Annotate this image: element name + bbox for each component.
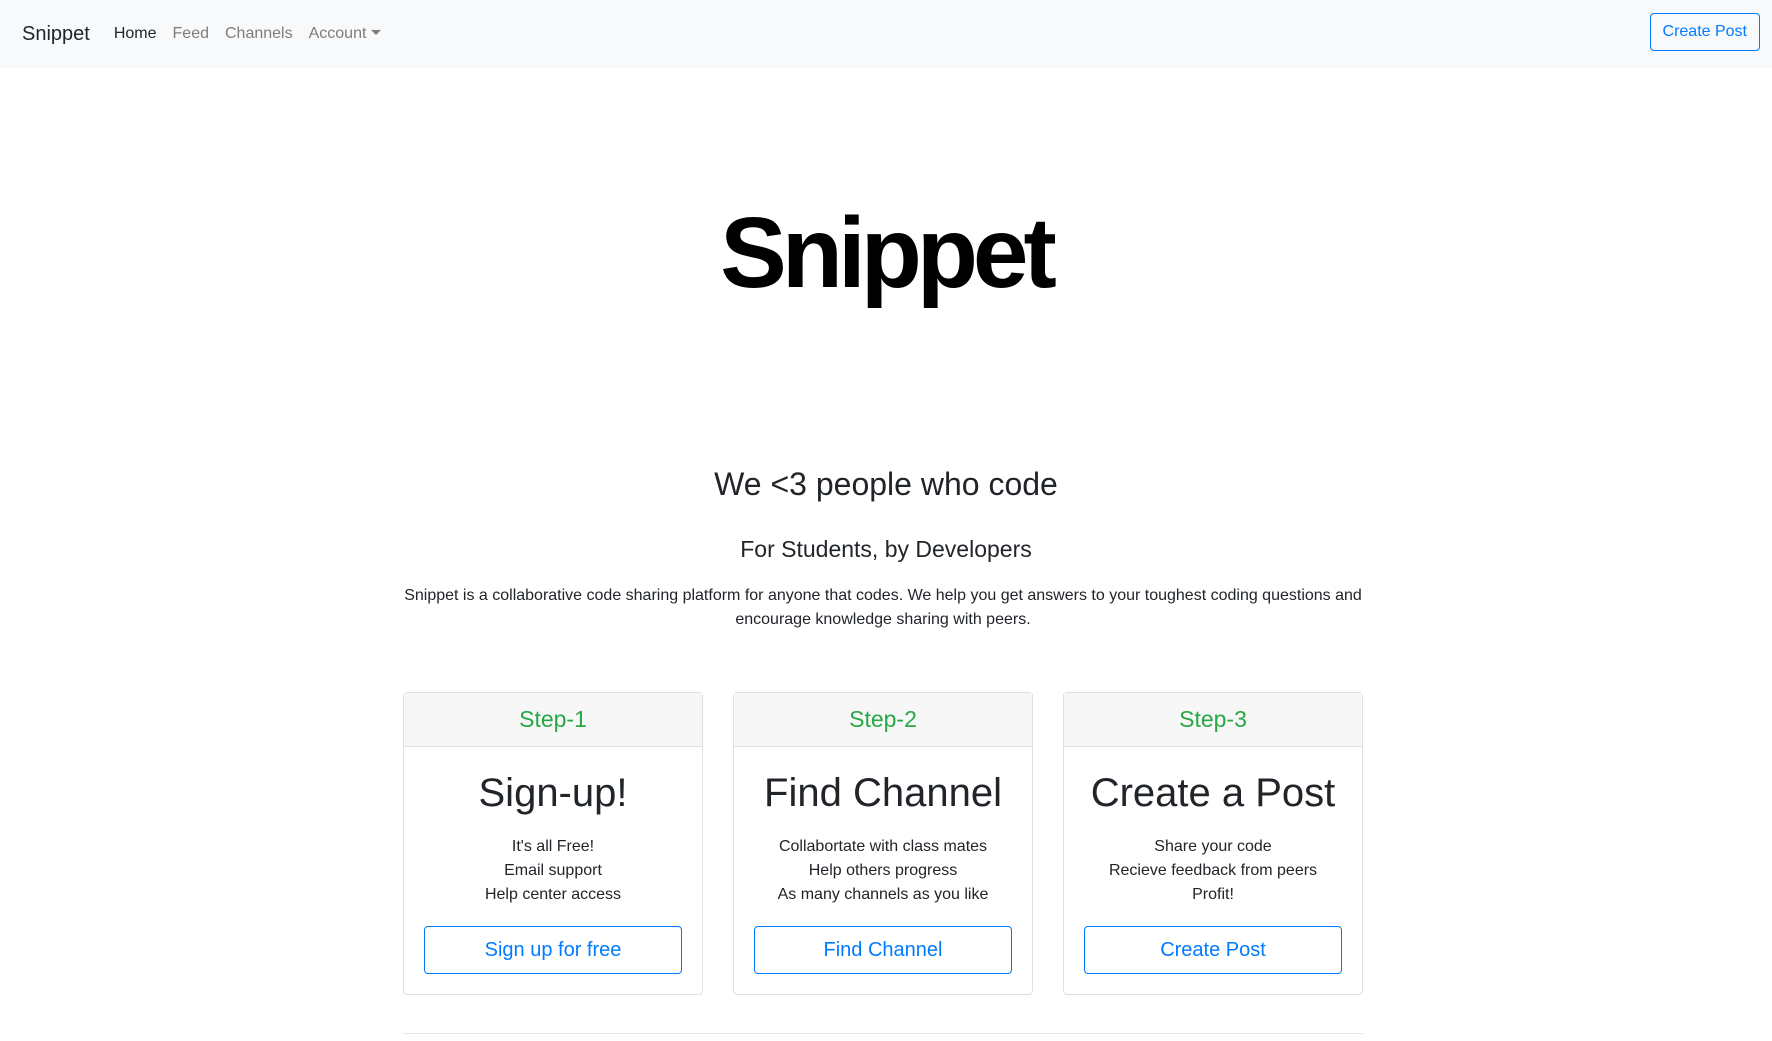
feature-item: Profit! — [1192, 886, 1234, 903]
step-card-header: Step-3 — [1064, 693, 1362, 747]
navbar-create-post-button[interactable]: Create Post — [1649, 13, 1760, 51]
step-card-2: Step-2 Find Channel Collabortate with cl… — [733, 692, 1033, 995]
step-card-1: Step-1 Sign-up! It's all Free! Email sup… — [403, 692, 703, 995]
step-card-title: Find Channel — [764, 771, 1002, 815]
nav-link-home[interactable]: Home — [114, 25, 157, 43]
feature-item: Recieve feedback from peers — [1108, 862, 1318, 879]
step-card-3: Step-3 Create a Post Share your code Rec… — [1063, 692, 1363, 995]
nav-link-account-label: Account — [308, 25, 367, 42]
create-post-button[interactable]: Create Post — [1084, 926, 1342, 974]
nav-links: Home Feed Channels Account — [114, 25, 398, 43]
feature-item: Help center access — [484, 886, 622, 903]
step-card-features: It's all Free! Email support Help center… — [404, 835, 702, 907]
navbar-brand[interactable]: Snippet — [22, 23, 90, 46]
snippet-logo: Snippet — [720, 197, 1057, 309]
top-navbar: Snippet Home Feed Channels Account Creat… — [0, 0, 1772, 68]
feature-item: It's all Free! — [511, 838, 595, 855]
section-divider — [403, 1033, 1363, 1034]
step-card-features: Collabortate with class mates Help other… — [734, 835, 1032, 907]
step-card-title: Sign-up! — [478, 771, 628, 815]
page-tagline: We <3 people who code — [714, 466, 1058, 502]
step-card-header: Step-1 — [404, 693, 702, 747]
feature-item: Help others progress — [808, 862, 958, 879]
find-channel-button[interactable]: Find Channel — [754, 926, 1012, 974]
nav-link-channels[interactable]: Channels — [225, 25, 293, 43]
feature-item: Email support — [504, 862, 602, 879]
page-subtagline: For Students, by Developers — [740, 536, 1032, 562]
page-description: Snippet is a collaborative code sharing … — [404, 587, 1362, 628]
nav-link-feed[interactable]: Feed — [173, 25, 209, 43]
step-card-features: Share your code Recieve feedback from pe… — [1064, 835, 1362, 907]
feature-item: Collabortate with class mates — [778, 838, 988, 855]
step-card-title: Create a Post — [1090, 771, 1336, 815]
nav-link-account[interactable]: Account — [309, 25, 382, 43]
feature-item: Share your code — [1154, 838, 1272, 855]
step-card-header: Step-2 — [734, 693, 1032, 747]
feature-item: As many channels as you like — [777, 886, 989, 903]
steps-cards: Step-1 Sign-up! It's all Free! Email sup… — [403, 692, 1363, 995]
sign-up-button[interactable]: Sign up for free — [424, 926, 682, 974]
chevron-down-icon — [371, 30, 382, 35]
